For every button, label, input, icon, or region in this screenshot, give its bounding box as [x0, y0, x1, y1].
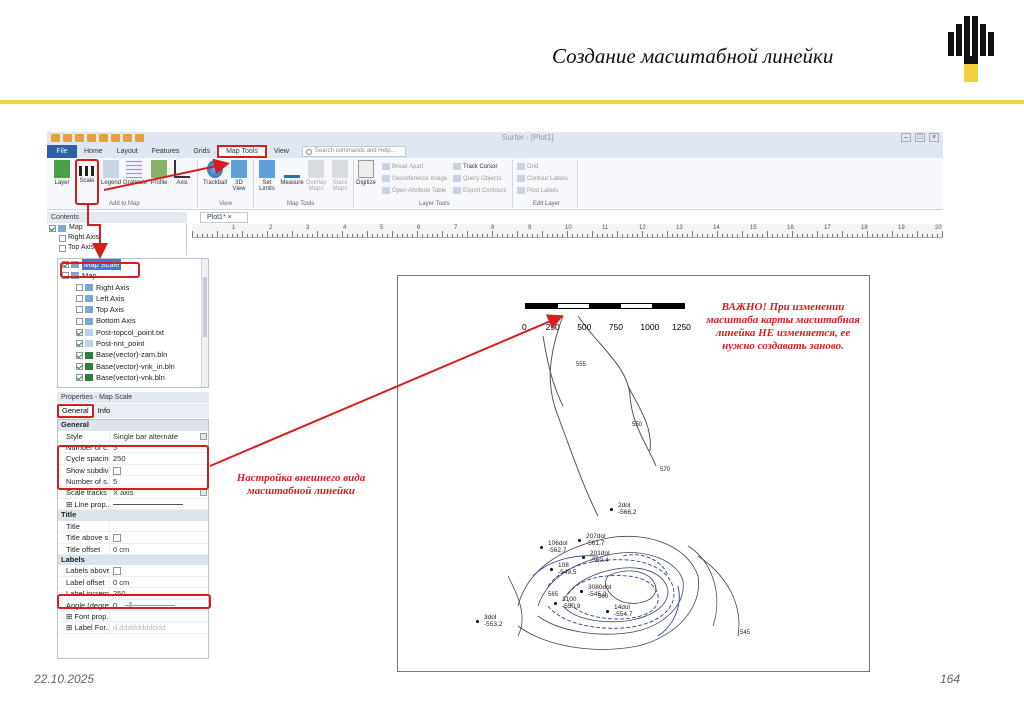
- arrow-props-to-scalebar: [209, 314, 564, 467]
- arrow-tab-to-scale: [103, 158, 230, 191]
- arrow-scale-to-tree: [87, 205, 108, 259]
- map-scale-item-highlight: [60, 262, 140, 278]
- annotation-arrows: [87, 158, 564, 467]
